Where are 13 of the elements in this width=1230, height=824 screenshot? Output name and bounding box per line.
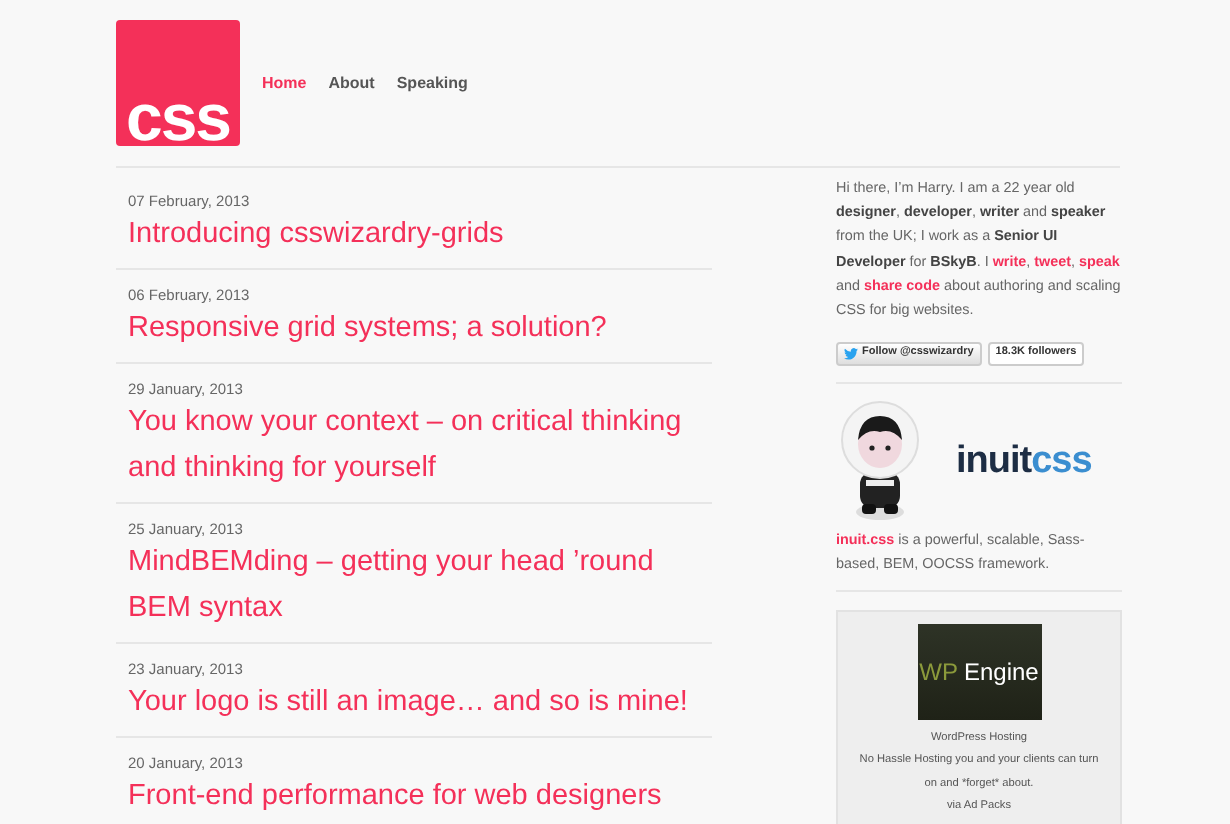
inuit-logo: inuitcss	[956, 441, 1092, 480]
bird-icon	[844, 348, 858, 361]
post-title[interactable]: Front-end performance for web designers	[128, 774, 700, 820]
wp-engine-logo[interactable]: WP Engine	[917, 623, 1041, 720]
site-logo[interactable]: css	[116, 20, 240, 146]
nav-link[interactable]: About	[328, 74, 375, 92]
post-title[interactable]: Introducing csswizardry-grids	[128, 212, 700, 258]
post-title[interactable]: Responsive grid systems; a solution?	[128, 306, 700, 352]
post-title[interactable]: Your logo is still an image… and so is mine!	[128, 680, 700, 726]
post-title[interactable]: MindBEMding – getting your head ’round BEM syntax	[128, 540, 700, 632]
nav-link[interactable]: Home	[262, 74, 307, 92]
nav-link[interactable]: Speaking	[396, 74, 468, 92]
post-title[interactable]: You know your context – on critical thinking and thinking for yourself	[128, 400, 700, 492]
